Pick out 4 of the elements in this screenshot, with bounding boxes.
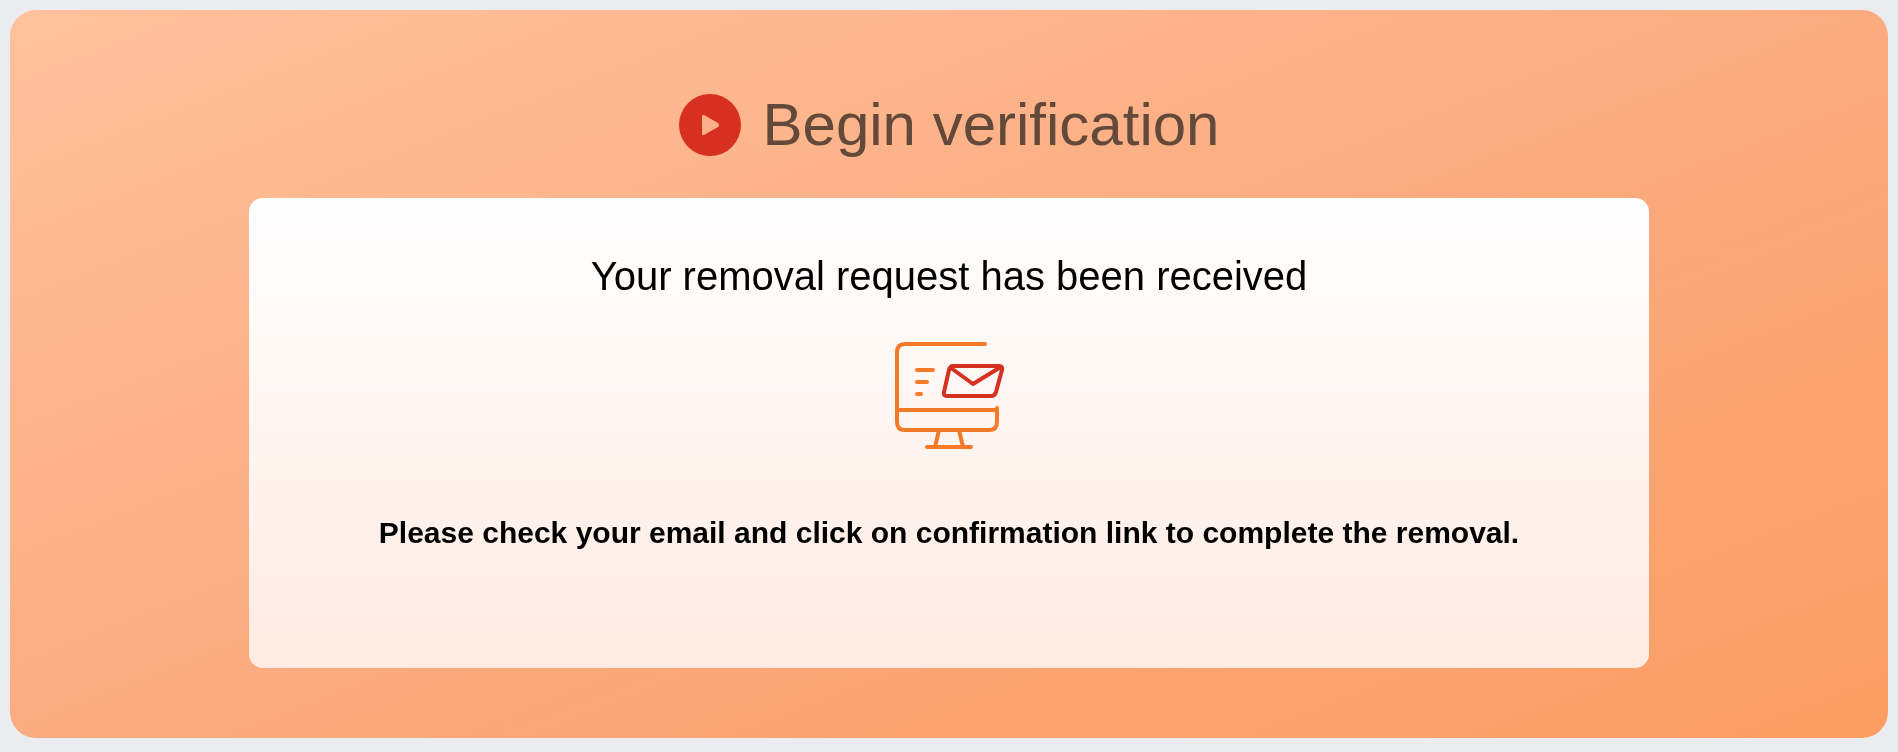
page-title: Begin verification xyxy=(762,95,1220,155)
play-icon xyxy=(678,94,741,156)
card-heading: Your removal request has been received xyxy=(590,256,1308,296)
instruction-text: Please check your email and click on confirmation link to complete the removal. xyxy=(377,515,1521,551)
